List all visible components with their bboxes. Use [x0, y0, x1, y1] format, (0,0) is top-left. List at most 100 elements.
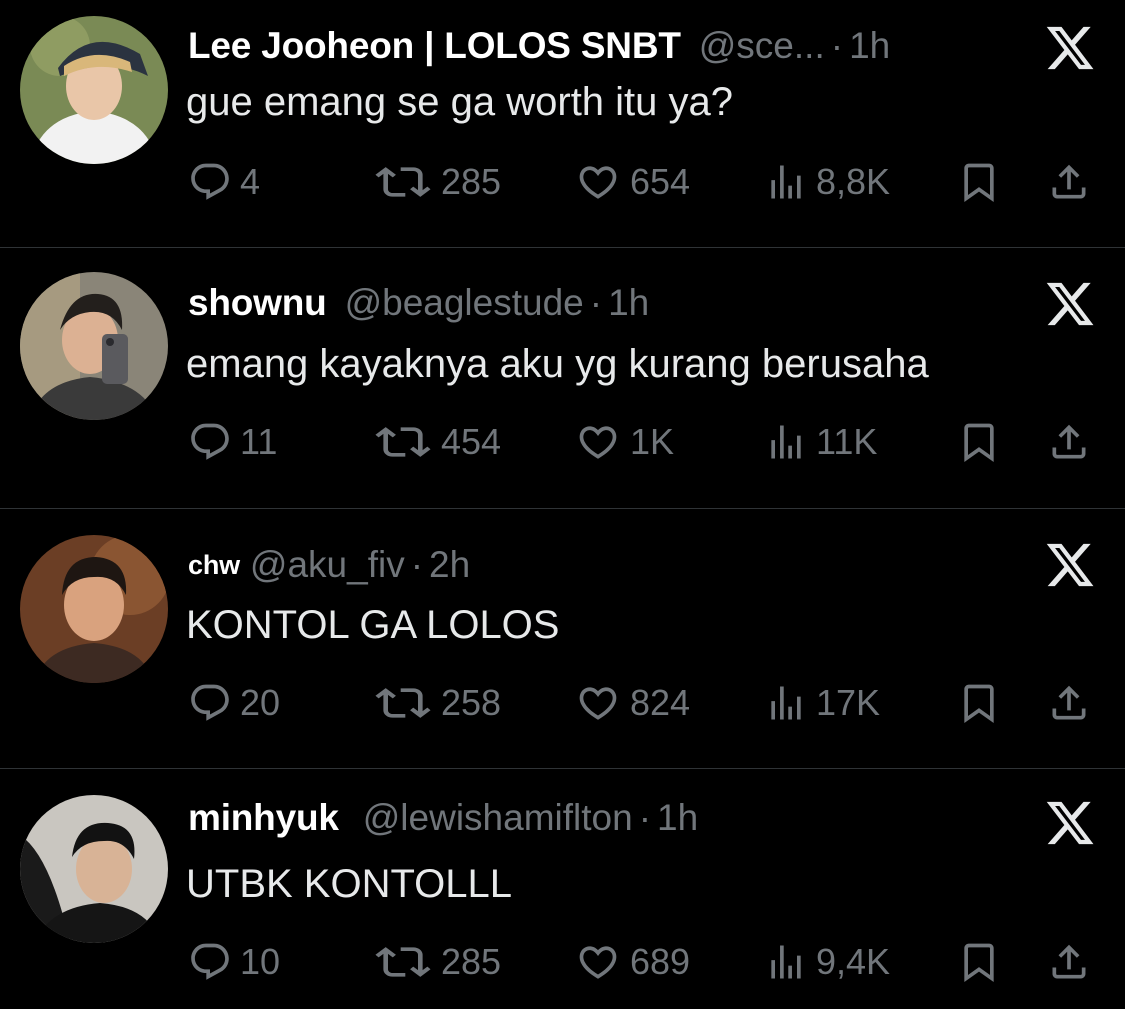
bookmark-icon: [957, 940, 1001, 984]
timestamp[interactable]: 1h: [657, 797, 698, 839]
tweet-header: chw @aku_fiv · 2h: [188, 540, 470, 590]
tweet-header: minhyuk @lewishamiflton · 1h: [188, 793, 698, 843]
views-count: 8,8K: [816, 161, 891, 202]
repost-count: 454: [441, 421, 502, 462]
tweet[interactable]: shownu @beaglestude · 1h emang kayaknya …: [0, 248, 1125, 507]
reply-icon: [188, 681, 232, 725]
reply-icon: [188, 940, 232, 984]
separator-dot: ·: [638, 797, 652, 838]
avatar[interactable]: [20, 795, 168, 943]
reply-icon: [188, 160, 232, 204]
reply-button[interactable]: 20: [188, 678, 280, 728]
reply-count: 11: [240, 421, 278, 462]
views-button[interactable]: 8,8K: [764, 157, 890, 207]
bookmark-icon: [957, 420, 1001, 464]
views-icon: [764, 160, 808, 204]
like-button[interactable]: 654: [574, 157, 690, 207]
repost-count: 285: [441, 941, 502, 982]
handle[interactable]: @sce...: [699, 25, 825, 67]
tweet-actions: 4 285 654 8,8K: [0, 157, 1125, 207]
views-button[interactable]: 9,4K: [764, 937, 890, 987]
views-icon: [764, 940, 808, 984]
reply-count: 20: [240, 682, 281, 723]
display-name[interactable]: chw: [188, 550, 240, 581]
reply-icon: [188, 420, 232, 464]
handle[interactable]: @aku_fiv: [250, 544, 405, 586]
avatar[interactable]: [20, 535, 168, 683]
reply-button[interactable]: 11: [188, 417, 277, 467]
repost-button[interactable]: 454: [373, 417, 501, 467]
repost-button[interactable]: 285: [373, 937, 501, 987]
separator-dot: ·: [589, 282, 603, 323]
x-logo-icon: [1044, 22, 1096, 74]
views-count: 9,4K: [816, 941, 891, 982]
like-count: 689: [630, 941, 691, 982]
display-name[interactable]: shownu: [188, 282, 327, 324]
like-icon: [574, 160, 622, 204]
bookmark-button[interactable]: [957, 417, 1001, 467]
like-count: 654: [630, 161, 691, 202]
like-button[interactable]: 1K: [574, 417, 674, 467]
timestamp[interactable]: 1h: [849, 25, 890, 67]
bookmark-button[interactable]: [957, 937, 1001, 987]
tweet-header: Lee Jooheon | LOLOS SNBT @sce... · 1h: [188, 21, 890, 71]
display-name[interactable]: minhyuk: [188, 797, 339, 839]
avatar[interactable]: [20, 16, 168, 164]
bookmark-icon: [957, 681, 1001, 725]
tweet-actions: 10 285 689 9,4K: [0, 937, 1125, 987]
views-button[interactable]: 17K: [764, 678, 880, 728]
repost-button[interactable]: 285: [373, 157, 501, 207]
repost-count: 258: [441, 682, 502, 723]
repost-button[interactable]: 258: [373, 678, 501, 728]
tweet-text: UTBK KONTOLLL: [186, 862, 513, 906]
share-icon: [1047, 681, 1091, 725]
tweet[interactable]: chw @aku_fiv · 2h KONTOL GA LOLOS 20 258…: [0, 509, 1125, 768]
share-icon: [1047, 420, 1091, 464]
views-icon: [764, 420, 808, 464]
share-button[interactable]: [1047, 678, 1091, 728]
bookmark-icon: [957, 160, 1001, 204]
share-button[interactable]: [1047, 157, 1091, 207]
bookmark-button[interactable]: [957, 678, 1001, 728]
views-button[interactable]: 11K: [764, 417, 877, 467]
reply-button[interactable]: 4: [188, 157, 260, 207]
share-button[interactable]: [1047, 937, 1091, 987]
tweet-header: shownu @beaglestude · 1h: [188, 278, 649, 328]
x-logo-icon: [1044, 539, 1096, 591]
views-count: 17K: [816, 682, 881, 723]
repost-icon: [373, 420, 433, 464]
bookmark-button[interactable]: [957, 157, 1001, 207]
display-name[interactable]: Lee Jooheon | LOLOS SNBT: [188, 25, 681, 67]
repost-icon: [373, 160, 433, 204]
like-count: 1K: [630, 421, 675, 462]
repost-icon: [373, 681, 433, 725]
reply-count: 4: [240, 161, 261, 202]
share-icon: [1047, 160, 1091, 204]
x-logo-icon: [1044, 278, 1096, 330]
x-logo-icon: [1044, 797, 1096, 849]
handle[interactable]: @beaglestude: [345, 282, 584, 324]
tweet-text: gue emang se ga worth itu ya?: [186, 80, 734, 124]
tweet-actions: 11 454 1K 11K: [0, 417, 1125, 467]
handle[interactable]: @lewishamiflton: [363, 797, 633, 839]
tweet[interactable]: Lee Jooheon | LOLOS SNBT @sce... · 1h gu…: [0, 0, 1125, 247]
reply-count: 10: [240, 941, 281, 982]
like-icon: [574, 681, 622, 725]
share-button[interactable]: [1047, 417, 1091, 467]
tweet[interactable]: minhyuk @lewishamiflton · 1h UTBK KONTOL…: [0, 769, 1125, 1009]
views-icon: [764, 681, 808, 725]
tweet-text: KONTOL GA LOLOS: [186, 603, 560, 647]
like-button[interactable]: 824: [574, 678, 690, 728]
like-icon: [574, 940, 622, 984]
reply-button[interactable]: 10: [188, 937, 280, 987]
like-count: 824: [630, 682, 691, 723]
timestamp[interactable]: 2h: [429, 544, 470, 586]
separator-dot: ·: [410, 544, 424, 585]
tweet-text: emang kayaknya aku yg kurang berusaha: [186, 342, 929, 386]
repost-count: 285: [441, 161, 502, 202]
avatar[interactable]: [20, 272, 168, 420]
repost-icon: [373, 940, 433, 984]
separator-dot: ·: [830, 25, 844, 66]
timestamp[interactable]: 1h: [608, 282, 649, 324]
like-button[interactable]: 689: [574, 937, 690, 987]
